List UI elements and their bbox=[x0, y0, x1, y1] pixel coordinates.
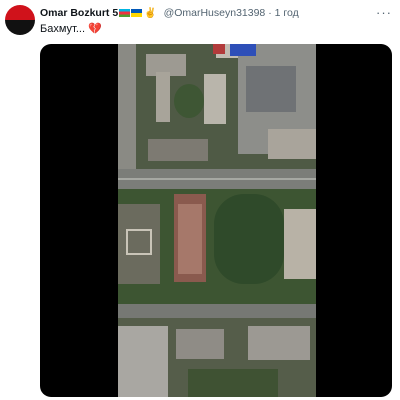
sat-lower-road bbox=[118, 304, 316, 318]
sat-building-strip bbox=[156, 72, 170, 122]
separator: · bbox=[268, 7, 272, 19]
sat-left-buildings bbox=[118, 44, 136, 169]
sat-trees bbox=[188, 369, 278, 397]
sat-central-roof bbox=[178, 204, 202, 274]
sat-ruins bbox=[148, 139, 208, 161]
sat-destroyed-area bbox=[118, 326, 168, 397]
flag-emojis bbox=[119, 7, 143, 19]
victory-hand-icon: ✌ bbox=[144, 8, 157, 19]
more-options-icon[interactable]: ··· bbox=[376, 5, 392, 20]
broken-heart-icon: 💔 bbox=[88, 23, 102, 35]
sat-monument bbox=[126, 229, 152, 255]
tweet[interactable]: Omar Bozkurt 5 ✌ @OmarHuseyn31398 · 1 год… bbox=[0, 0, 400, 400]
author-handle[interactable]: @OmarHuseyn31398 bbox=[164, 7, 266, 19]
sat-large-roof bbox=[246, 66, 296, 112]
sat-plaza-right bbox=[284, 209, 316, 279]
sat-red-roof bbox=[213, 44, 225, 54]
azerbaijan-flag-icon bbox=[119, 9, 131, 17]
tweet-text-content: Бахмут... bbox=[40, 23, 89, 35]
sat-building bbox=[176, 329, 224, 359]
author-name[interactable]: Omar Bozkurt 5 bbox=[40, 7, 118, 19]
timestamp[interactable]: 1 год bbox=[275, 7, 299, 19]
tweet-media[interactable] bbox=[40, 44, 392, 397]
satellite-image bbox=[118, 44, 316, 397]
sat-tree-cluster bbox=[174, 84, 204, 118]
sat-blue-roof bbox=[230, 44, 256, 56]
sat-tree-canopy bbox=[214, 194, 284, 284]
tweet-header: Omar Bozkurt 5 ✌ @OmarHuseyn31398 · 1 год bbox=[40, 6, 299, 21]
sat-plaza bbox=[268, 129, 316, 159]
avatar[interactable] bbox=[5, 5, 35, 35]
tweet-text: Бахмут... 💔 bbox=[40, 22, 102, 35]
ukraine-flag-icon bbox=[131, 9, 143, 17]
sat-building bbox=[248, 326, 310, 360]
sat-road-marking bbox=[118, 178, 316, 180]
sat-building bbox=[204, 74, 226, 124]
